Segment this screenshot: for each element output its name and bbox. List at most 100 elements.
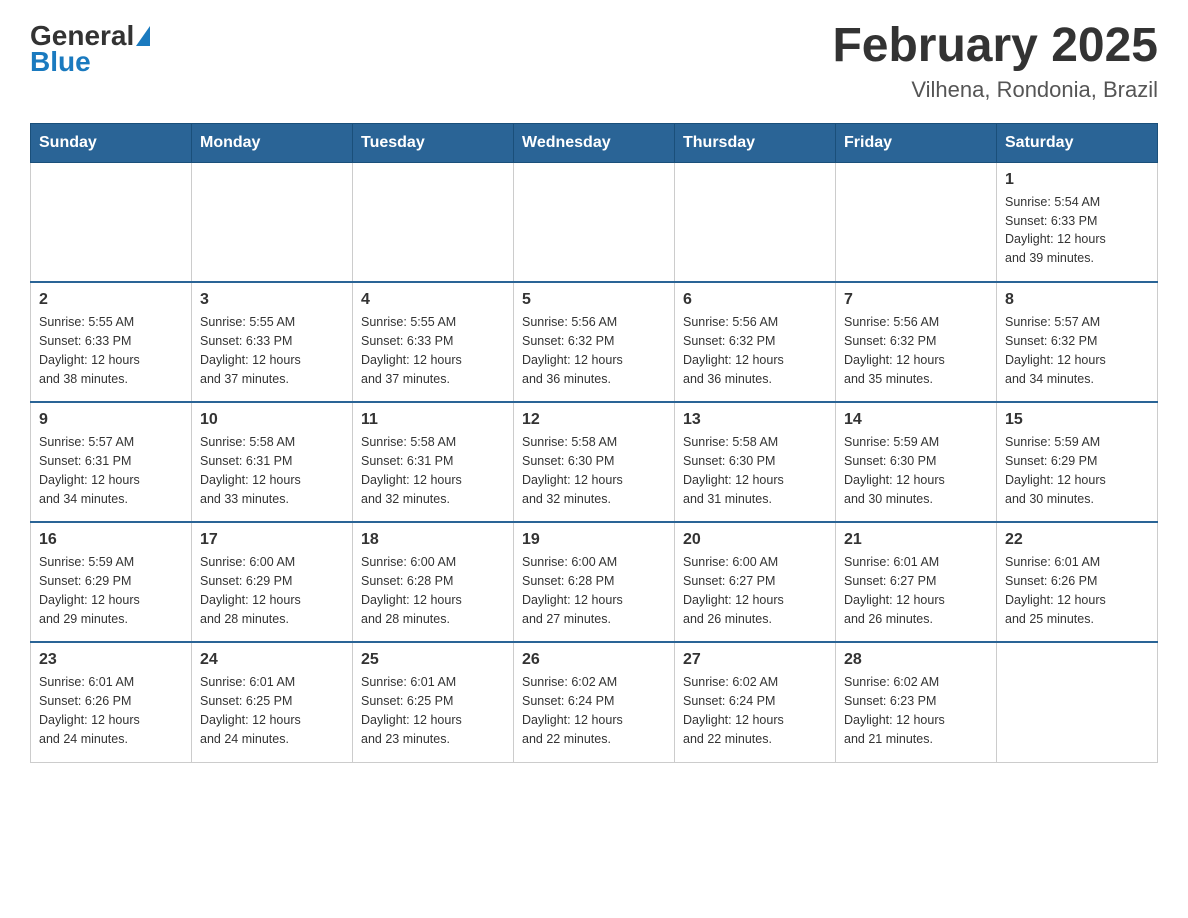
calendar-cell xyxy=(31,162,192,282)
day-info: Sunrise: 5:58 AMSunset: 6:30 PMDaylight:… xyxy=(522,433,666,508)
day-number: 10 xyxy=(200,411,344,429)
day-number: 19 xyxy=(522,531,666,549)
day-number: 9 xyxy=(39,411,183,429)
calendar-cell: 5 Sunrise: 5:56 AMSunset: 6:32 PMDaylight… xyxy=(514,282,675,402)
day-number: 6 xyxy=(683,291,827,309)
calendar-cell: 7 Sunrise: 5:56 AMSunset: 6:32 PMDaylight… xyxy=(836,282,997,402)
calendar-cell: 11 Sunrise: 5:58 AMSunset: 6:31 PMDayligh… xyxy=(353,402,514,522)
day-info: Sunrise: 5:56 AMSunset: 6:32 PMDaylight:… xyxy=(683,313,827,388)
day-number: 17 xyxy=(200,531,344,549)
day-info: Sunrise: 5:59 AMSunset: 6:29 PMDaylight:… xyxy=(39,553,183,628)
calendar-cell: 1 Sunrise: 5:54 AMSunset: 6:33 PMDaylight… xyxy=(997,162,1158,282)
calendar-cell xyxy=(675,162,836,282)
day-info: Sunrise: 5:55 AMSunset: 6:33 PMDaylight:… xyxy=(39,313,183,388)
day-number: 4 xyxy=(361,291,505,309)
col-thursday: Thursday xyxy=(675,123,836,162)
day-info: Sunrise: 5:56 AMSunset: 6:32 PMDaylight:… xyxy=(522,313,666,388)
day-info: Sunrise: 5:58 AMSunset: 6:31 PMDaylight:… xyxy=(200,433,344,508)
page-header: General Blue February 2025 Vilhena, Rond… xyxy=(30,20,1158,103)
calendar-week-row-2: 2 Sunrise: 5:55 AMSunset: 6:33 PMDaylight… xyxy=(31,282,1158,402)
calendar-cell: 17 Sunrise: 6:00 AMSunset: 6:29 PMDayligh… xyxy=(192,522,353,642)
calendar-cell: 8 Sunrise: 5:57 AMSunset: 6:32 PMDaylight… xyxy=(997,282,1158,402)
logo-triangle-icon xyxy=(136,26,150,46)
day-number: 3 xyxy=(200,291,344,309)
day-info: Sunrise: 6:00 AMSunset: 6:29 PMDaylight:… xyxy=(200,553,344,628)
calendar-cell: 24 Sunrise: 6:01 AMSunset: 6:25 PMDayligh… xyxy=(192,642,353,762)
day-number: 26 xyxy=(522,651,666,669)
day-number: 21 xyxy=(844,531,988,549)
title-area: February 2025 Vilhena, Rondonia, Brazil xyxy=(832,20,1158,103)
col-sunday: Sunday xyxy=(31,123,192,162)
day-info: Sunrise: 5:59 AMSunset: 6:30 PMDaylight:… xyxy=(844,433,988,508)
day-info: Sunrise: 5:55 AMSunset: 6:33 PMDaylight:… xyxy=(200,313,344,388)
day-info: Sunrise: 5:58 AMSunset: 6:31 PMDaylight:… xyxy=(361,433,505,508)
day-number: 24 xyxy=(200,651,344,669)
calendar-cell xyxy=(192,162,353,282)
calendar-cell: 4 Sunrise: 5:55 AMSunset: 6:33 PMDaylight… xyxy=(353,282,514,402)
calendar-cell: 18 Sunrise: 6:00 AMSunset: 6:28 PMDayligh… xyxy=(353,522,514,642)
day-number: 18 xyxy=(361,531,505,549)
col-monday: Monday xyxy=(192,123,353,162)
calendar-cell: 12 Sunrise: 5:58 AMSunset: 6:30 PMDayligh… xyxy=(514,402,675,522)
calendar-cell: 22 Sunrise: 6:01 AMSunset: 6:26 PMDayligh… xyxy=(997,522,1158,642)
day-number: 8 xyxy=(1005,291,1149,309)
day-info: Sunrise: 5:55 AMSunset: 6:33 PMDaylight:… xyxy=(361,313,505,388)
day-number: 13 xyxy=(683,411,827,429)
day-number: 7 xyxy=(844,291,988,309)
day-number: 2 xyxy=(39,291,183,309)
calendar-cell: 15 Sunrise: 5:59 AMSunset: 6:29 PMDayligh… xyxy=(997,402,1158,522)
calendar-cell: 3 Sunrise: 5:55 AMSunset: 6:33 PMDaylight… xyxy=(192,282,353,402)
day-info: Sunrise: 6:02 AMSunset: 6:23 PMDaylight:… xyxy=(844,673,988,748)
day-number: 15 xyxy=(1005,411,1149,429)
day-info: Sunrise: 6:02 AMSunset: 6:24 PMDaylight:… xyxy=(683,673,827,748)
day-number: 12 xyxy=(522,411,666,429)
day-info: Sunrise: 5:57 AMSunset: 6:31 PMDaylight:… xyxy=(39,433,183,508)
calendar-cell: 10 Sunrise: 5:58 AMSunset: 6:31 PMDayligh… xyxy=(192,402,353,522)
calendar-cell: 21 Sunrise: 6:01 AMSunset: 6:27 PMDayligh… xyxy=(836,522,997,642)
day-info: Sunrise: 6:02 AMSunset: 6:24 PMDaylight:… xyxy=(522,673,666,748)
calendar-cell: 19Sunrise: 6:00 AMSunset: 6:28 PMDayligh… xyxy=(514,522,675,642)
calendar-week-row-3: 9 Sunrise: 5:57 AMSunset: 6:31 PMDaylight… xyxy=(31,402,1158,522)
col-tuesday: Tuesday xyxy=(353,123,514,162)
day-number: 27 xyxy=(683,651,827,669)
day-number: 28 xyxy=(844,651,988,669)
calendar-cell xyxy=(997,642,1158,762)
calendar-table: Sunday Monday Tuesday Wednesday Thursday… xyxy=(30,123,1158,763)
day-info: Sunrise: 5:59 AMSunset: 6:29 PMDaylight:… xyxy=(1005,433,1149,508)
col-friday: Friday xyxy=(836,123,997,162)
day-info: Sunrise: 5:54 AMSunset: 6:33 PMDaylight:… xyxy=(1005,193,1149,268)
calendar-cell: 20 Sunrise: 6:00 AMSunset: 6:27 PMDayligh… xyxy=(675,522,836,642)
day-number: 16 xyxy=(39,531,183,549)
calendar-cell xyxy=(353,162,514,282)
day-number: 23 xyxy=(39,651,183,669)
day-info: Sunrise: 5:57 AMSunset: 6:32 PMDaylight:… xyxy=(1005,313,1149,388)
calendar-cell: 9 Sunrise: 5:57 AMSunset: 6:31 PMDaylight… xyxy=(31,402,192,522)
calendar-week-row-5: 23Sunrise: 6:01 AMSunset: 6:26 PMDayligh… xyxy=(31,642,1158,762)
calendar-cell xyxy=(514,162,675,282)
day-info: Sunrise: 5:58 AMSunset: 6:30 PMDaylight:… xyxy=(683,433,827,508)
day-info: Sunrise: 6:00 AMSunset: 6:27 PMDaylight:… xyxy=(683,553,827,628)
day-number: 20 xyxy=(683,531,827,549)
day-number: 1 xyxy=(1005,171,1149,189)
col-saturday: Saturday xyxy=(997,123,1158,162)
day-info: Sunrise: 6:01 AMSunset: 6:27 PMDaylight:… xyxy=(844,553,988,628)
day-number: 5 xyxy=(522,291,666,309)
day-info: Sunrise: 6:01 AMSunset: 6:25 PMDaylight:… xyxy=(200,673,344,748)
day-number: 22 xyxy=(1005,531,1149,549)
day-info: Sunrise: 6:00 AMSunset: 6:28 PMDaylight:… xyxy=(361,553,505,628)
month-year-title: February 2025 xyxy=(832,20,1158,73)
calendar-header-row: Sunday Monday Tuesday Wednesday Thursday… xyxy=(31,123,1158,162)
calendar-cell: 28 Sunrise: 6:02 AMSunset: 6:23 PMDayligh… xyxy=(836,642,997,762)
calendar-cell: 23Sunrise: 6:01 AMSunset: 6:26 PMDayligh… xyxy=(31,642,192,762)
day-number: 14 xyxy=(844,411,988,429)
calendar-cell: 14 Sunrise: 5:59 AMSunset: 6:30 PMDayligh… xyxy=(836,402,997,522)
day-info: Sunrise: 5:56 AMSunset: 6:32 PMDaylight:… xyxy=(844,313,988,388)
day-info: Sunrise: 6:01 AMSunset: 6:26 PMDaylight:… xyxy=(1005,553,1149,628)
calendar-cell: 6 Sunrise: 5:56 AMSunset: 6:32 PMDaylight… xyxy=(675,282,836,402)
calendar-cell: 27 Sunrise: 6:02 AMSunset: 6:24 PMDayligh… xyxy=(675,642,836,762)
day-number: 11 xyxy=(361,411,505,429)
logo: General Blue xyxy=(30,20,152,78)
calendar-cell: 26 Sunrise: 6:02 AMSunset: 6:24 PMDayligh… xyxy=(514,642,675,762)
col-wednesday: Wednesday xyxy=(514,123,675,162)
logo-blue-text: Blue xyxy=(30,46,91,78)
